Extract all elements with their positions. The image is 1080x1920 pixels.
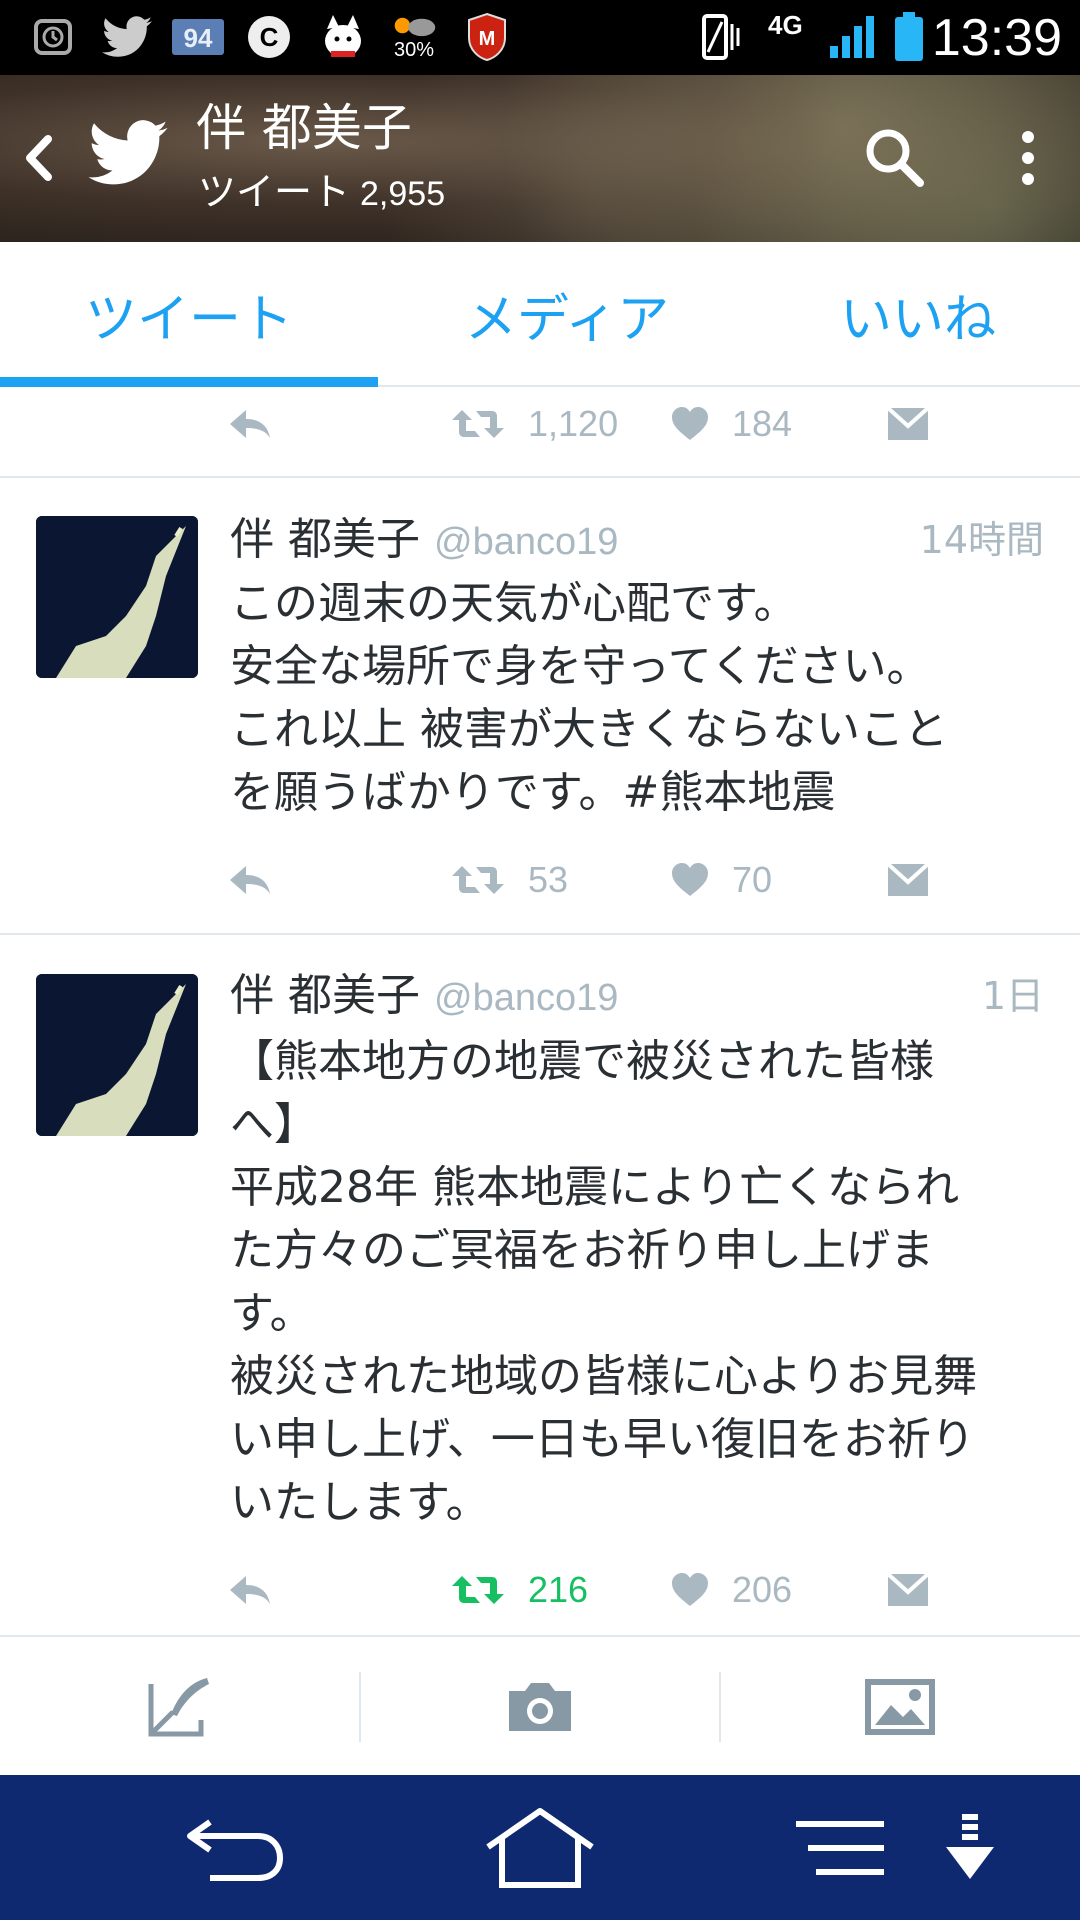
twitter-logo-icon: [88, 120, 168, 192]
retweet-icon: [452, 410, 504, 438]
author-handle: @banco19: [434, 977, 619, 1019]
tab-likes[interactable]: いいね: [756, 242, 1080, 387]
profile-header: 伴 都美子 ツイート 2,955: [0, 75, 1080, 242]
signal-icon: [826, 12, 880, 62]
tweet-timestamp[interactable]: 1日: [982, 968, 1044, 1024]
nav-menu-icon[interactable]: [790, 1775, 890, 1920]
dog-app-icon: [316, 12, 370, 62]
tweet-author[interactable]: 伴 都美子 @banco19: [230, 512, 618, 570]
system-nav-bar: [0, 1775, 1080, 1920]
svg-text:94: 94: [184, 23, 213, 53]
app-94-icon: 94: [170, 12, 226, 62]
network-type: 4G: [768, 10, 803, 40]
like-button[interactable]: 184: [670, 384, 792, 464]
reply-icon[interactable]: [226, 1550, 274, 1630]
clock: 13:39: [931, 9, 1062, 67]
retweet-button[interactable]: 53: [450, 840, 568, 920]
heart-icon: [672, 407, 708, 440]
reply-icon[interactable]: [226, 840, 274, 920]
battery-icon: [892, 12, 926, 62]
retweet-icon: [452, 1576, 504, 1604]
tweet-actions: 53 70: [0, 840, 1080, 920]
svg-text:C: C: [260, 22, 279, 52]
image-icon[interactable]: [720, 1637, 1080, 1777]
tweet-author[interactable]: 伴 都美子 @banco19: [230, 968, 618, 1026]
search-icon[interactable]: [860, 123, 930, 193]
divider: [0, 476, 1080, 478]
tweet-count-line: ツイート 2,955: [198, 167, 445, 219]
tweet-actions: 216 206: [0, 1550, 1080, 1630]
heart-icon: [672, 863, 708, 896]
tweet-timestamp[interactable]: 14時間: [920, 512, 1044, 568]
nav-back-icon[interactable]: [170, 1775, 300, 1920]
author-name: 伴 都美子: [230, 514, 420, 565]
like-count: 70: [732, 859, 773, 900]
profile-tabs: ツイート メディア いいね: [0, 242, 1080, 387]
retweet-button[interactable]: 1,120: [450, 384, 618, 464]
direct-message-icon[interactable]: [886, 840, 930, 920]
direct-message-icon[interactable]: [886, 384, 930, 464]
nav-notifications-down-icon[interactable]: [930, 1775, 1010, 1920]
profile-name: 伴 都美子: [196, 99, 412, 157]
retweet-count: 53: [528, 859, 569, 900]
overflow-menu-icon[interactable]: [1008, 123, 1048, 193]
tweet-actions: 1,120 184: [0, 384, 1080, 464]
vibrate-icon: [694, 12, 750, 62]
compose-tweet-icon[interactable]: [0, 1637, 360, 1777]
heart-icon: [672, 1573, 708, 1606]
author-name: 伴 都美子: [230, 970, 420, 1021]
retweet-count: 1,120: [528, 403, 619, 444]
divider: [0, 933, 1080, 935]
retweet-button[interactable]: 216: [450, 1550, 588, 1630]
tab-media[interactable]: メディア: [378, 242, 756, 387]
retweet-icon: [452, 866, 504, 894]
battery-saver-percent: 30%: [393, 39, 435, 61]
avatar[interactable]: [36, 516, 198, 678]
back-icon[interactable]: [14, 123, 64, 193]
weather-icon: 30%: [384, 12, 444, 62]
reply-icon[interactable]: [226, 384, 274, 464]
mcafee-icon: M: [462, 12, 512, 62]
tweet-count: 2,955: [360, 175, 446, 213]
tab-tweets[interactable]: ツイート: [0, 242, 378, 387]
nav-home-icon[interactable]: [475, 1775, 605, 1920]
tweet-text: 【熊本地方の地震で被災された皆様 へ】 平成28年 熊本地震により亡くなられ た…: [230, 1036, 978, 1528]
tweet-text: この週末の天気が心配です。 安全な場所で身を守ってください。 これ以上 被害が大…: [230, 578, 948, 818]
camera-icon[interactable]: [360, 1637, 720, 1777]
compose-bar: [0, 1635, 1080, 1775]
like-count: 184: [732, 403, 793, 444]
avatar[interactable]: [36, 974, 198, 1136]
like-button[interactable]: 70: [670, 840, 772, 920]
direct-message-icon[interactable]: [886, 1550, 930, 1630]
svg-text:M: M: [479, 28, 496, 50]
retweet-count: 216: [528, 1569, 589, 1610]
like-button[interactable]: 206: [670, 1550, 792, 1630]
twitter-notification-icon: [100, 12, 154, 62]
alarm-icon: [30, 12, 76, 62]
author-handle: @banco19: [434, 521, 619, 563]
c-app-icon: C: [244, 12, 294, 62]
tweet-count-label: ツイート: [198, 170, 351, 214]
like-count: 206: [732, 1569, 793, 1610]
status-bar: 94 C 30% M 4G 13:39: [0, 0, 1080, 75]
